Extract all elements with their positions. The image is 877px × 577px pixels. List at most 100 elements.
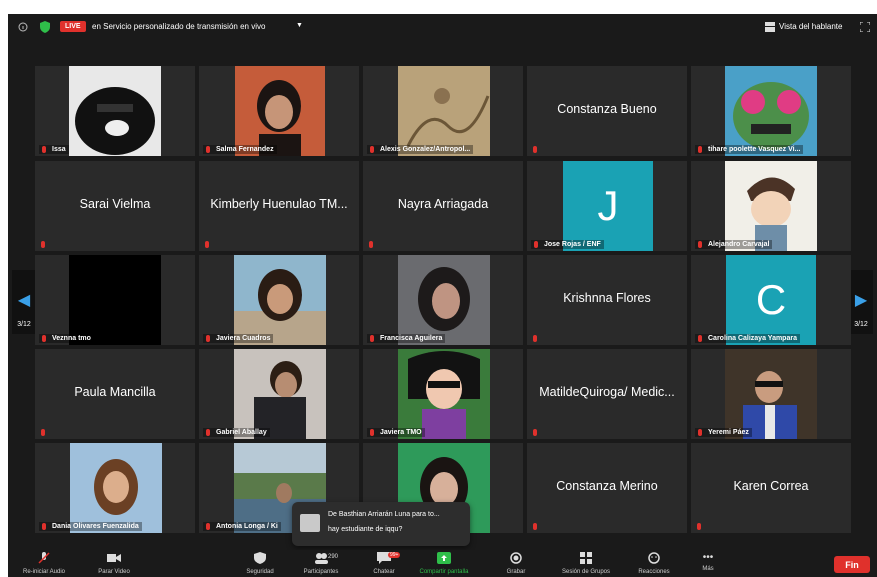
reactions-button[interactable]: Reacciones — [632, 552, 676, 575]
participant-tile[interactable]: Nayra Arriagada — [363, 161, 523, 251]
participant-tile[interactable]: Krishnna Flores — [527, 255, 687, 345]
participant-name: Antonia Longa / Ki — [203, 522, 281, 531]
participants-icon — [315, 553, 328, 564]
breakout-rooms-icon — [580, 552, 592, 564]
participant-name: Carolina Calizaya Yampara — [695, 334, 800, 343]
mic-muted-icon — [698, 241, 702, 248]
share-screen-icon — [437, 552, 451, 564]
participant-tile[interactable]: Salma Fernandez — [199, 66, 359, 156]
mic-muted-icon — [206, 146, 210, 153]
breakout-rooms-button[interactable]: Sesión de Grupos — [556, 552, 616, 575]
participant-name: Sarai Vielma — [79, 197, 151, 211]
participant-video — [234, 349, 326, 439]
mic-muted-icon — [205, 241, 209, 248]
speaker-view-button[interactable]: Vista del hablante — [779, 22, 842, 31]
chat-notification[interactable]: De Basthian Arriarán Luna para to... hay… — [292, 502, 470, 546]
camera-icon — [107, 554, 121, 562]
mic-muted-icon — [697, 523, 701, 530]
participant-video — [70, 443, 162, 533]
mic-muted-icon — [41, 429, 45, 436]
participant-video — [69, 255, 161, 345]
participant-tile[interactable]: Alexis Gonzalez/Antropol... — [363, 66, 523, 156]
stream-title[interactable]: en Servicio personalizado de transmisión… — [92, 22, 265, 31]
shield-icon[interactable] — [40, 21, 50, 33]
participant-tile[interactable]: Issa — [35, 66, 195, 156]
participant-tile[interactable]: Dania Olivares Fuenzalida — [35, 443, 195, 533]
chevron-left-icon: ◀ — [17, 292, 31, 309]
participant-name: Gabriel Aballay — [203, 428, 270, 437]
participant-video — [398, 349, 490, 439]
mic-muted-icon — [206, 335, 210, 342]
mic-muted-icon — [533, 146, 537, 153]
participant-tile[interactable]: Constanza Merino — [527, 443, 687, 533]
share-screen-button[interactable]: Compartir pantalla — [412, 552, 476, 575]
mic-muted-icon — [38, 552, 50, 564]
participant-name: Javiera TMO — [367, 428, 425, 437]
participant-tile[interactable]: Paula Mancilla — [35, 349, 195, 439]
more-icon: ••• — [702, 552, 714, 563]
previous-page-button[interactable]: ◀ 3/12 — [12, 270, 36, 334]
mic-muted-icon — [370, 429, 374, 436]
participant-tile[interactable]: Alejandro Carvajal — [691, 161, 851, 251]
participant-tile[interactable]: Constanza Bueno — [527, 66, 687, 156]
mic-muted-icon — [698, 335, 702, 342]
page-indicator-right: 3/12 — [854, 321, 868, 328]
grid-view-icon[interactable] — [765, 22, 775, 32]
participant-tile[interactable]: MatildeQuiroga/ Medic... — [527, 349, 687, 439]
participant-tile[interactable]: C Carolina Calizaya Yampara — [691, 255, 851, 345]
fullscreen-icon[interactable] — [860, 22, 870, 32]
participant-video — [398, 255, 490, 345]
chevron-down-icon[interactable]: ▼ — [296, 22, 303, 29]
participants-count: 290 — [328, 554, 339, 560]
participant-name: Constanza Merino — [556, 479, 658, 493]
participant-tile[interactable]: Javiera TMO — [363, 349, 523, 439]
participant-name: MatildeQuiroga/ Medic... — [539, 385, 675, 399]
avatar — [300, 514, 320, 532]
mic-muted-icon — [534, 241, 538, 248]
participant-tile[interactable]: Karen Correa — [691, 443, 851, 533]
participant-name: Nayra Arriagada — [397, 197, 489, 211]
participant-video — [69, 66, 161, 156]
smiley-icon — [648, 552, 660, 564]
participant-tile[interactable]: Javiera Cuadros — [199, 255, 359, 345]
audio-button[interactable]: Re-iniciar Audio — [22, 552, 66, 575]
participant-name: Alexis Gonzalez/Antropol... — [367, 145, 474, 154]
participant-tile[interactable]: Gabriel Aballay — [199, 349, 359, 439]
record-button[interactable]: Grabar — [502, 552, 530, 575]
record-icon — [510, 552, 522, 564]
chat-button[interactable]: 99+ Chatear — [364, 552, 404, 575]
participant-name: Yeremi Páez — [695, 428, 752, 437]
more-button[interactable]: ••• Más — [698, 552, 718, 572]
mic-muted-icon — [370, 146, 374, 153]
participant-video — [398, 66, 490, 156]
participant-tile[interactable]: tihare poolette Vasquez Vi... — [691, 66, 851, 156]
participant-name: Karen Correa — [733, 479, 809, 493]
participant-name: Francisca Aguilera — [367, 334, 446, 343]
participant-tile[interactable]: Sarai Vielma — [35, 161, 195, 251]
info-icon[interactable] — [18, 22, 28, 32]
participant-tile[interactable]: J Jose Rojas / ENF — [527, 161, 687, 251]
participant-video — [725, 66, 817, 156]
mic-muted-icon — [370, 335, 374, 342]
mic-muted-icon — [369, 241, 373, 248]
participant-tile[interactable]: Yeremi Páez — [691, 349, 851, 439]
video-button[interactable]: Parar Video — [94, 552, 134, 575]
live-badge[interactable]: LIVE — [60, 21, 86, 32]
participants-button[interactable]: 290 Participantes — [296, 552, 346, 575]
mic-muted-icon — [41, 241, 45, 248]
mic-muted-icon — [533, 429, 537, 436]
security-button[interactable]: Seguridad — [242, 552, 278, 575]
mic-muted-icon — [42, 335, 46, 342]
participant-tile[interactable]: Francisca Aguilera — [363, 255, 523, 345]
end-meeting-button[interactable]: Fin — [834, 556, 870, 573]
next-page-button[interactable]: ▶ 3/12 — [849, 270, 873, 334]
zoom-window: LIVE en Servicio personalizado de transm… — [8, 14, 877, 577]
page-indicator-left: 3/12 — [17, 321, 31, 328]
mic-muted-icon — [42, 146, 46, 153]
participant-tile[interactable]: Kimberly Huenulao TM... — [199, 161, 359, 251]
avatar: J — [563, 161, 653, 251]
chat-sender: De Basthian Arriarán Luna para to... — [328, 511, 440, 518]
participant-tile[interactable]: Veznna tmo — [35, 255, 195, 345]
chevron-right-icon: ▶ — [854, 292, 868, 309]
meeting-toolbar: Re-iniciar Audio Parar Video Seguridad 2… — [8, 550, 877, 577]
